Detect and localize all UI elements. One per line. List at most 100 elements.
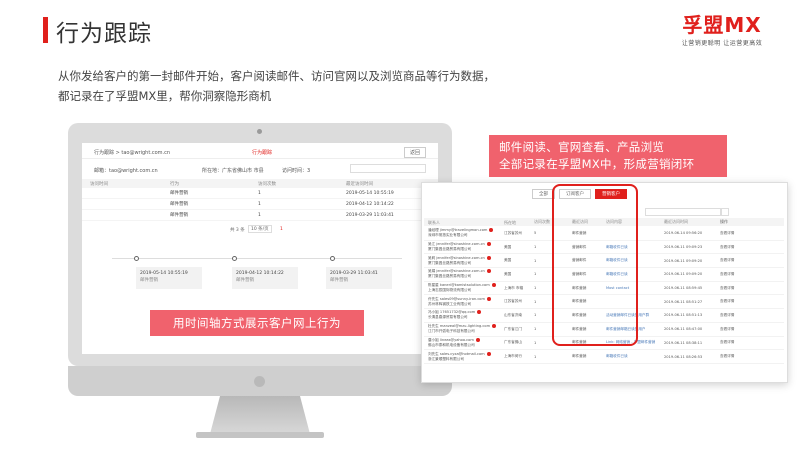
marketing-tag-icon bbox=[487, 296, 492, 301]
timeline-card[interactable]: 2019-04-12 10:14:22 邮件营销 bbox=[232, 267, 298, 289]
cell: 邮件营销 bbox=[572, 354, 587, 359]
view-details-link[interactable]: 查看详情 bbox=[720, 313, 760, 318]
cell: 2019-06-11 09:09:20 bbox=[664, 258, 703, 263]
col-header: 访问时间 bbox=[90, 181, 108, 187]
marketing-tag-icon bbox=[486, 351, 491, 356]
cell: 江苏省苏州 bbox=[504, 299, 522, 304]
contact-cell: 吴娟 jennifer@sinoshine.com.cn 厦门集昌丝路贸易有限公司 bbox=[424, 269, 504, 279]
table-row[interactable]: 邮件营销 1 2019-04-12 10:14:22 bbox=[82, 199, 438, 210]
view-details-link[interactable]: 查看详情 bbox=[720, 286, 760, 291]
cell: 2019-06-11 08:38:11 bbox=[664, 340, 703, 345]
view-details-link[interactable]: 查看详情 bbox=[720, 245, 760, 250]
marketing-tag-icon bbox=[492, 324, 497, 329]
contact-email: 邮箱：tao@wright.com.cn bbox=[94, 168, 158, 174]
col-header: 联系人 bbox=[428, 219, 440, 225]
contact-location: 所在地：广东省佛山市 市县 bbox=[202, 168, 264, 174]
panel-callout: 邮件阅读、官网查看、产品浏览 全部记录在孚盟MX中，形成营销闭环 bbox=[489, 135, 727, 177]
table-row[interactable]: 刘先生 sales.cyxa@hotmail.com 浙江景顺塑料有限公司 上海市闵… bbox=[424, 350, 784, 364]
marketing-tag-icon bbox=[486, 255, 491, 260]
timeline-time: 2019-04-12 10:14:22 bbox=[236, 271, 284, 276]
title-accent-bar bbox=[43, 17, 48, 43]
page-number[interactable]: 1 bbox=[280, 227, 283, 232]
table-row[interactable]: 邮件营销 1 2019-03-29 11:03:41 bbox=[82, 210, 438, 221]
marketing-tag-icon bbox=[489, 228, 494, 233]
contact-cell: 吴江 jennifer@sinoshine.com.cn 厦门集昌丝路贸易有限公司 bbox=[424, 242, 504, 252]
col-header: 行为 bbox=[170, 181, 179, 187]
highlight-frame bbox=[552, 184, 638, 346]
marketing-tag-icon bbox=[491, 283, 496, 288]
view-details-link[interactable]: 查看详情 bbox=[720, 327, 760, 332]
timeline-card[interactable]: 2019-05-14 10:55:19 邮件营销 bbox=[136, 267, 202, 289]
cell: 邮箱收件已读 bbox=[606, 354, 628, 359]
timeline-time: 2019-05-14 10:55:19 bbox=[140, 271, 188, 276]
search-input[interactable] bbox=[350, 164, 426, 173]
contact-cell: 冯小姐 17651732@qq.com 长清县春源贸易有限公司 bbox=[424, 310, 504, 320]
monitor-stand bbox=[210, 396, 310, 434]
contact-cell: 陈星星 kaneri@kamistsolution.com 上海志辰国际物流有限公… bbox=[424, 283, 504, 293]
monitor-chin bbox=[68, 366, 452, 396]
col-header: 所在地 bbox=[504, 219, 516, 225]
view-details-link[interactable]: 查看详情 bbox=[720, 258, 760, 263]
view-details-link[interactable]: 查看详情 bbox=[720, 299, 760, 304]
cell: 2019-06-11 08:51:13 bbox=[664, 313, 703, 318]
view-details-link[interactable]: 查看详情 bbox=[720, 272, 760, 277]
cell: 邮件营销 bbox=[170, 202, 188, 207]
visit-count: 访问时间：3 bbox=[282, 168, 311, 174]
intro-text: 从你发给客户的第一封邮件开始，客户阅读邮件、访问官网以及浏览商品等行为数据， 都… bbox=[58, 66, 495, 106]
timeline-label: 邮件营销 bbox=[140, 278, 158, 283]
contact-company: 厦门集昌丝路贸易有限公司 bbox=[428, 260, 472, 265]
cell: 江苏省苏州 bbox=[504, 230, 522, 235]
timeline-callout: 用时间轴方式展示客户网上行为 bbox=[150, 310, 364, 336]
contact-cell: 杜先生 manzeal@mzu-lighting.com 江门市开弧电子科技有限公… bbox=[424, 324, 504, 334]
contact-company: 江门市开弧电子科技有限公司 bbox=[428, 329, 475, 334]
view-details-link[interactable]: 查看详情 bbox=[720, 231, 760, 236]
monitor-base bbox=[196, 432, 324, 438]
back-button[interactable]: 返回 bbox=[403, 147, 426, 158]
contact-cell: 潘经理 jimmy@travelingmon.com 深圳市常旅实业有限公司 bbox=[424, 228, 504, 238]
cell: 邮件营销 bbox=[170, 213, 188, 218]
contact-company: 苏州林辉钢铁工业有限公司 bbox=[428, 301, 472, 306]
contact-company: 佛山市泰和机电设备有限公司 bbox=[428, 342, 475, 347]
cell: 2019-06-14 09:56:20 bbox=[664, 231, 703, 236]
contact-cell: 许先生 sales09@sunny-iron.com 苏州林辉钢铁工业有限公司 bbox=[424, 296, 504, 307]
tab-behavior-tracking[interactable]: 行为跟踪 bbox=[252, 149, 272, 156]
table-header: 访问时间 行为 访问次数 最近访问时间 bbox=[82, 179, 438, 188]
panel-search-input[interactable] bbox=[645, 208, 721, 216]
cell: 美国 bbox=[504, 271, 512, 276]
contact-company: 上海志辰国际物流有限公司 bbox=[428, 288, 472, 293]
search-icon[interactable] bbox=[721, 208, 729, 216]
cell: 美国 bbox=[504, 258, 512, 263]
timeline-dot bbox=[330, 256, 335, 261]
panel-callout-line-1: 邮件阅读、官网查看、产品浏览 bbox=[499, 140, 665, 154]
contact-cell: 唐小姐 lineas@yahoo.com 佛山市泰和机电设备有限公司 bbox=[424, 337, 504, 348]
contact-cell: 吴莉 jennifer@sinoshine.com.cn 厦门集昌丝路贸易有限公司 bbox=[424, 255, 504, 266]
cell: 邮件营销 bbox=[170, 191, 188, 196]
cell: 2019-06-11 08:59:45 bbox=[664, 286, 703, 291]
page-size-select[interactable]: 10 条/页 bbox=[248, 225, 272, 233]
timeline-time: 2019-03-29 11:03:41 bbox=[330, 271, 378, 276]
cell: 2019-06-11 09:09:20 bbox=[664, 272, 703, 277]
timeline-card[interactable]: 2019-03-29 11:03:41 邮件营销 bbox=[326, 267, 392, 289]
logo: 孚盟MX 让营销更聪明 让运营更高效 bbox=[672, 14, 772, 47]
contact-company: 厦门集昌丝路贸易有限公司 bbox=[428, 274, 472, 279]
col-header: 操作 bbox=[720, 219, 728, 224]
contact-name: 刘先生 sales.cyxa@hotmail.com bbox=[428, 351, 485, 356]
cell: 2019-06-11 08:26:53 bbox=[664, 354, 703, 359]
cell: 2019-06-11 09:09:23 bbox=[664, 245, 703, 250]
screen-topbar: 行为跟踪 > tao@wright.com.cn 行为跟踪 返回 bbox=[82, 143, 438, 159]
logo-name: 孚盟MX bbox=[682, 13, 762, 37]
contact-name: 吴莉 jennifer@sinoshine.com.cn bbox=[428, 255, 485, 260]
timeline-dot bbox=[232, 256, 237, 261]
view-details-link[interactable]: 查看详情 bbox=[720, 354, 760, 359]
cell: 广东省佛山 bbox=[504, 340, 522, 345]
marketing-tag-icon bbox=[486, 269, 491, 274]
cell: 2019-06-11 08:47:00 bbox=[664, 327, 703, 332]
col-header: 访问次数 bbox=[258, 181, 276, 187]
cell: 上海市闵行 bbox=[504, 354, 522, 359]
table-row[interactable]: 邮件营销 1 2019-05-14 10:55:19 bbox=[82, 188, 438, 199]
cell: 1 bbox=[258, 201, 261, 207]
marketing-tag-icon bbox=[475, 337, 480, 342]
timeline-label: 邮件营销 bbox=[330, 278, 348, 283]
contact-company: 浙江景顺塑料有限公司 bbox=[428, 356, 464, 361]
view-details-link[interactable]: 查看详情 bbox=[720, 340, 760, 345]
